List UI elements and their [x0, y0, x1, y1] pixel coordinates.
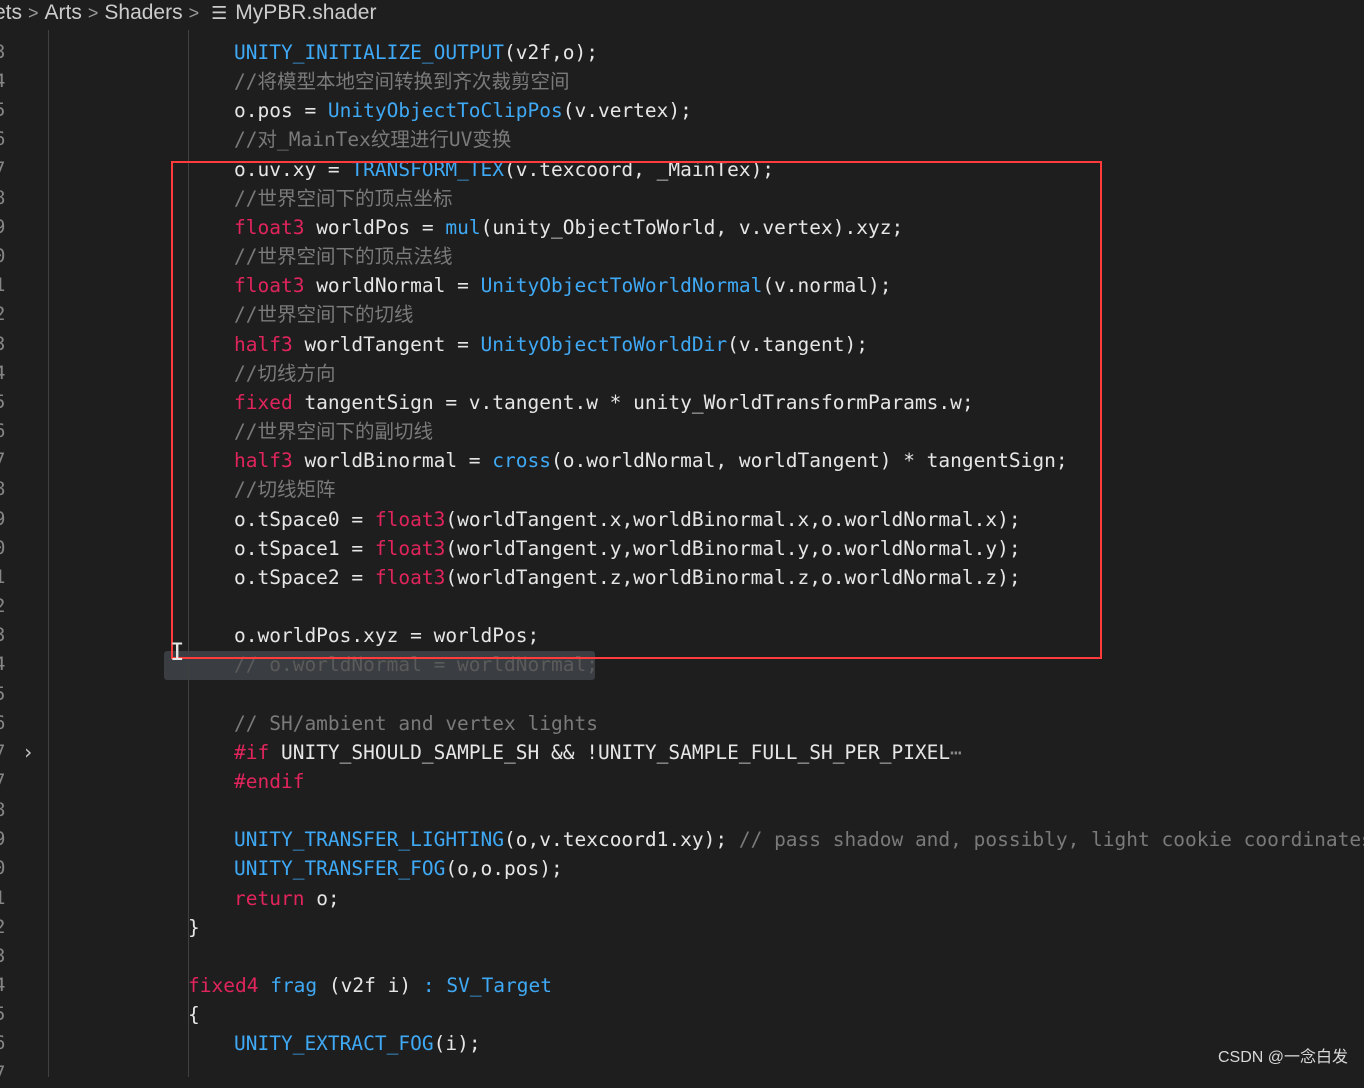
- line-number: 5: [0, 96, 8, 125]
- code-token: SV_Target: [446, 974, 553, 998]
- chevron-right-icon[interactable]: ›: [22, 738, 34, 767]
- line-number: 8: [0, 475, 8, 504]
- code-token: #endif: [234, 770, 305, 793]
- line-number: 6: [0, 125, 8, 154]
- line-number: 2: [0, 300, 8, 329]
- line-number: 7: [0, 767, 8, 796]
- line-number: 2: [0, 913, 8, 942]
- line-number: 6: [0, 417, 8, 446]
- line-number: 5: [0, 1000, 8, 1029]
- code-token: o.pos =: [234, 99, 328, 123]
- line-number: 9: [0, 213, 8, 242]
- code-line[interactable]: UNITY_TRANSFER_LIGHTING(o,v.texcoord1.xy…: [234, 825, 1364, 854]
- line-number: 5: [0, 388, 8, 417]
- code-token: return: [234, 886, 305, 910]
- code-line[interactable]: UNITY_EXTRACT_FOG(i);: [234, 1029, 481, 1058]
- code-token: UNITY_TRANSFER_LIGHTING: [234, 828, 505, 852]
- line-number: 7: [0, 446, 8, 475]
- line-number: 7: [0, 738, 8, 767]
- line-number: 1: [0, 271, 8, 300]
- code-token: ⋯: [950, 740, 962, 764]
- line-number: 0: [0, 242, 8, 271]
- breadcrumb-item-shaders[interactable]: Shaders: [104, 0, 182, 26]
- code-token: #if: [234, 740, 270, 764]
- code-line[interactable]: {: [188, 1000, 200, 1029]
- code-token: UNITY_SHOULD_SAMPLE_SH && !UNITY_SAMPLE_…: [269, 740, 951, 764]
- code-token: // SH/ambient and vertex lights: [234, 711, 598, 735]
- line-number: 4: [0, 650, 8, 679]
- line-number: 3: [0, 330, 8, 359]
- code-token: {: [188, 1003, 200, 1027]
- code-token: //将模型本地空间转换到齐次裁剪空间: [234, 70, 570, 94]
- code-token: //对_MainTex纹理进行UV变换: [234, 128, 512, 152]
- code-line[interactable]: fixed4 frag (v2f i) : SV_Target: [188, 971, 552, 1000]
- list-file-icon: ☰: [211, 3, 228, 23]
- code-token: }: [188, 915, 200, 939]
- code-token: (o,v.texcoord1.xy);: [504, 828, 739, 852]
- code-token: frag: [270, 974, 318, 998]
- line-number: 4: [0, 67, 8, 96]
- code-token: :: [422, 974, 435, 998]
- code-token: (v2f i): [317, 974, 423, 998]
- line-number: 1: [0, 884, 8, 913]
- annotation-box: [171, 161, 1102, 659]
- text-cursor-icon: I: [170, 638, 185, 666]
- line-number: 2: [0, 592, 8, 621]
- code-line[interactable]: }: [188, 913, 200, 942]
- line-number: 7: [0, 1059, 8, 1088]
- breadcrumb-separator-icon: >: [28, 3, 39, 23]
- code-line[interactable]: //将模型本地空间转换到齐次裁剪空间: [234, 67, 569, 96]
- code-line[interactable]: #endif: [234, 767, 304, 796]
- watermark: CSDN @一念白发: [1217, 1049, 1348, 1066]
- code-token: UnityObjectToClipPos: [327, 99, 563, 123]
- line-number: 0: [0, 534, 8, 563]
- breadcrumb-separator-icon: >: [188, 3, 200, 23]
- code-line[interactable]: o.pos = UnityObjectToClipPos(v.vertex);: [234, 96, 692, 125]
- line-number: 3: [0, 942, 8, 971]
- breadcrumb-separator-icon: >: [87, 3, 99, 23]
- code-token: fixed4: [188, 974, 259, 998]
- code-token: (v.vertex);: [562, 99, 692, 123]
- code-line[interactable]: UNITY_INITIALIZE_OUTPUT(v2f,o);: [234, 38, 598, 67]
- line-number: 6: [0, 1029, 8, 1058]
- code-token: (i);: [433, 1032, 481, 1056]
- breadcrumb-file[interactable]: MyPBR.shader: [235, 0, 376, 26]
- line-number: 7: [0, 155, 8, 184]
- line-number: 6: [0, 709, 8, 738]
- line-number: 3: [0, 38, 8, 67]
- line-number: 4: [0, 971, 8, 1000]
- code-token: UNITY_EXTRACT_FOG: [234, 1032, 434, 1056]
- code-token: o;: [304, 886, 340, 910]
- line-number: 4: [0, 359, 8, 388]
- breadcrumb: ets > Arts > Shaders > ☰ MyPBR.shader: [0, 0, 1364, 26]
- line-number: 8: [0, 184, 8, 213]
- line-number: 9: [0, 505, 8, 534]
- breadcrumb-item-assets[interactable]: ets: [0, 0, 22, 26]
- code-line[interactable]: #if UNITY_SHOULD_SAMPLE_SH && !UNITY_SAM…: [234, 738, 962, 767]
- line-number: 8: [0, 796, 8, 825]
- line-number: 1: [0, 563, 8, 592]
- code-token: UNITY_TRANSFER_FOG: [234, 857, 446, 881]
- indent-guide: [48, 30, 49, 1077]
- line-number: 0: [0, 854, 8, 883]
- code-token: // pass shadow and, possibly, light cook…: [738, 828, 1364, 852]
- line-number: 3: [0, 621, 8, 650]
- code-line[interactable]: UNITY_TRANSFER_FOG(o,o.pos);: [234, 854, 563, 883]
- line-number: 9: [0, 825, 8, 854]
- code-token: UNITY_INITIALIZE_OUTPUT: [234, 41, 505, 64]
- code-line[interactable]: //对_MainTex纹理进行UV变换: [234, 125, 511, 154]
- breadcrumb-item-arts[interactable]: Arts: [45, 0, 82, 26]
- code-line[interactable]: return o;: [234, 884, 340, 913]
- code-line[interactable]: // SH/ambient and vertex lights: [234, 709, 598, 738]
- line-number: 5: [0, 680, 8, 709]
- code-token: (v2f,o);: [504, 41, 598, 64]
- code-token: (o,o.pos);: [445, 857, 563, 881]
